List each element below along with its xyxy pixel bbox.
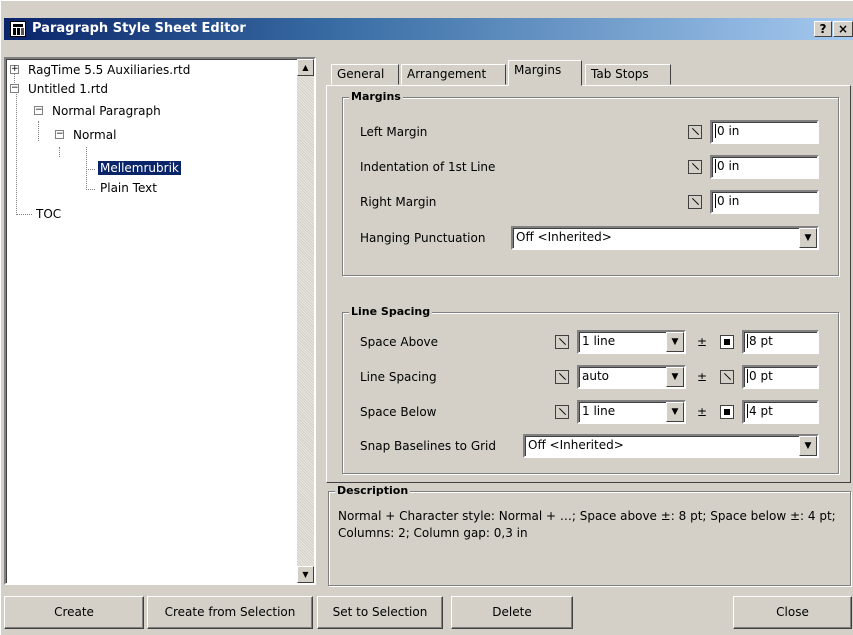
group-title: Line Spacing <box>349 305 433 318</box>
tree-connector <box>59 147 60 157</box>
snap-baselines-label: Snap Baselines to Grid <box>360 439 496 453</box>
line-spacing-label: Line Spacing <box>360 370 437 384</box>
space-above-select[interactable]: 1 line ▼ <box>577 330 686 354</box>
tab-tab-stops[interactable]: Tab Stops <box>585 64 671 85</box>
tree-connector <box>16 214 32 215</box>
chevron-down-icon[interactable]: ▼ <box>666 367 684 387</box>
dialog-window: Paragraph Style Sheet Editor ? × + RagTi… <box>0 0 853 635</box>
left-margin-label: Left Margin <box>360 125 428 139</box>
chevron-down-icon[interactable]: ▼ <box>799 228 817 248</box>
group-title: Description <box>335 484 411 497</box>
line-spacing-group: Line Spacing Space Above 1 line ▼ ± 8 pt… <box>342 305 839 474</box>
tab-arrangement[interactable]: Arrangement <box>401 64 506 85</box>
collapse-icon[interactable]: − <box>10 84 19 93</box>
tree-item-label: Normal <box>73 128 117 142</box>
inherit-icon[interactable] <box>555 405 569 419</box>
line-spacing-select[interactable]: auto ▼ <box>577 365 686 389</box>
close-button[interactable]: Close <box>733 596 852 629</box>
space-below-select[interactable]: 1 line ▼ <box>577 400 686 424</box>
inherit-icon[interactable] <box>555 370 569 384</box>
create-button[interactable]: Create <box>4 596 144 629</box>
space-below-tolerance-field[interactable]: 4 pt <box>742 400 819 424</box>
delete-button[interactable]: Delete <box>451 596 573 629</box>
fixed-value-icon[interactable] <box>720 405 734 419</box>
tree-connector <box>86 169 95 170</box>
scroll-down-icon[interactable]: ▼ <box>297 566 314 583</box>
tab-margins[interactable]: Margins <box>508 60 582 86</box>
indent-first-label: Indentation of 1st Line <box>360 160 496 174</box>
fixed-value-icon[interactable] <box>720 335 734 349</box>
inherit-icon[interactable] <box>688 160 702 174</box>
line-spacing-tolerance-field[interactable]: 0 pt <box>742 365 819 389</box>
space-below-label: Space Below <box>360 405 437 419</box>
group-title: Margins <box>349 90 403 103</box>
inherit-icon[interactable] <box>688 125 702 139</box>
tree-item-plain-text[interactable]: Plain Text <box>100 179 157 197</box>
description-text: Normal + Character style: Normal + …; Sp… <box>338 509 836 540</box>
style-tree[interactable]: + RagTime 5.5 Auxiliaries.rtd − Untitled… <box>4 57 316 585</box>
help-button[interactable]: ? <box>814 21 832 37</box>
description-group: Description Normal + Character style: No… <box>328 484 851 586</box>
app-icon <box>10 21 26 37</box>
tree-item-label: TOC <box>36 207 62 221</box>
tree-connector <box>38 121 39 141</box>
tree-item-label: RagTime 5.5 Auxiliaries.rtd <box>28 63 191 77</box>
plus-minus-sign: ± <box>697 405 708 419</box>
margins-panel: Margins Left Margin 0 in Indentation of … <box>326 85 851 483</box>
space-above-tolerance-field[interactable]: 8 pt <box>742 330 819 354</box>
indent-first-field[interactable]: 0 in <box>710 155 819 179</box>
tree-item-label: Mellemrubrik <box>98 161 181 175</box>
right-margin-label: Right Margin <box>360 195 437 209</box>
tree-connector <box>16 89 17 215</box>
plus-minus-sign: ± <box>697 335 708 349</box>
tree-connector <box>86 189 95 190</box>
space-above-label: Space Above <box>360 335 439 349</box>
scroll-up-icon[interactable]: ▲ <box>297 59 314 76</box>
collapse-icon[interactable]: − <box>55 130 64 139</box>
create-from-selection-button[interactable]: Create from Selection <box>147 596 313 629</box>
right-margin-field[interactable]: 0 in <box>710 190 819 214</box>
window-title: Paragraph Style Sheet Editor <box>32 21 246 36</box>
close-window-button[interactable]: × <box>833 21 853 37</box>
tree-item-toc[interactable]: TOC <box>36 205 61 223</box>
plus-minus-sign: ± <box>697 370 708 384</box>
inherit-icon[interactable] <box>720 370 734 384</box>
inherit-icon[interactable] <box>555 335 569 349</box>
expand-icon[interactable]: + <box>10 65 19 74</box>
collapse-icon[interactable]: − <box>34 106 43 115</box>
chevron-down-icon[interactable]: ▼ <box>666 332 684 352</box>
chevron-down-icon[interactable]: ▼ <box>666 402 684 422</box>
tree-scrollbar[interactable]: ▲ ▼ <box>297 59 314 583</box>
tree-item-label: Plain Text <box>100 181 157 195</box>
tree-item-label: Untitled 1.rtd <box>28 82 108 96</box>
tree-item-label: Normal Paragraph <box>52 104 161 118</box>
left-margin-field[interactable]: 0 in <box>710 120 819 144</box>
title-bar[interactable]: Paragraph Style Sheet Editor ? × <box>4 18 853 40</box>
margins-group: Margins Left Margin 0 in Indentation of … <box>342 90 839 276</box>
chevron-down-icon[interactable]: ▼ <box>799 436 817 456</box>
tree-item-mellemrubrik[interactable]: Mellemrubrik <box>98 159 181 177</box>
hanging-punctuation-select[interactable]: Off <Inherited> ▼ <box>511 226 819 250</box>
inherit-icon[interactable] <box>688 195 702 209</box>
hanging-punctuation-label: Hanging Punctuation <box>360 231 486 245</box>
tab-general[interactable]: General <box>331 64 399 85</box>
snap-baselines-select[interactable]: Off <Inherited> ▼ <box>523 434 819 458</box>
set-to-selection-button[interactable]: Set to Selection <box>317 596 443 629</box>
